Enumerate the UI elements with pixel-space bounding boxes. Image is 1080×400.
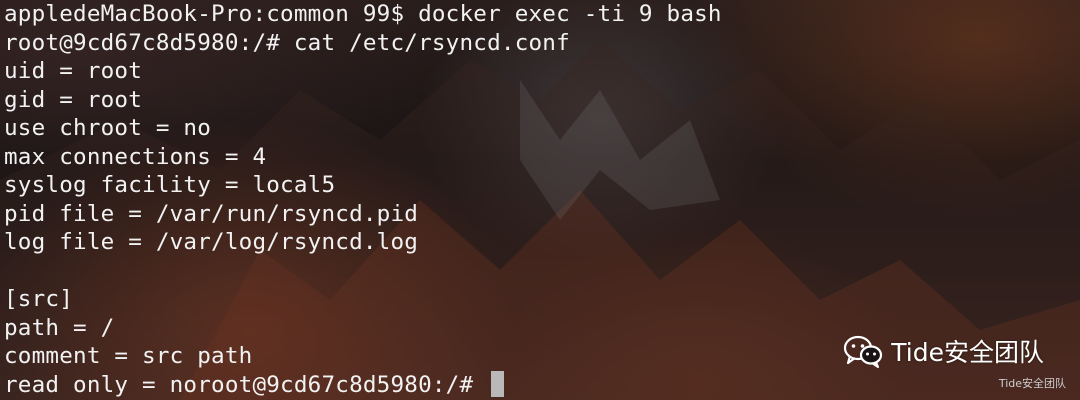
terminal-line: log file = /var/log/rsyncd.log	[4, 229, 419, 255]
watermark-label: Tide安全团队	[891, 338, 1044, 367]
terminal-line: max connections = 4	[4, 143, 267, 170]
terminal-line: syslog facility = local5	[4, 172, 336, 198]
terminal-line: gid = root	[4, 86, 143, 113]
terminal-prompt-line[interactable]: read only = noroot@9cd67c8d5980:/#	[4, 370, 1080, 400]
terminal-window[interactable]: appledeMacBook-Pro:common 99$ docker exe…	[0, 0, 1080, 400]
terminal-line: appledeMacBook-Pro:common 99$ docker exe…	[4, 1, 722, 27]
terminal-line: [src]	[4, 286, 74, 312]
wechat-icon	[844, 335, 883, 368]
terminal-line: use chroot = no	[4, 115, 212, 141]
text-cursor	[491, 370, 505, 397]
watermark-small-label: Tide安全团队	[998, 377, 1066, 390]
terminal-line: pid file = /var/run/rsyncd.pid	[4, 200, 419, 227]
terminal-line: uid = root	[4, 58, 143, 84]
watermark: Tide安全团队	[843, 333, 1044, 369]
terminal-line: root@9cd67c8d5980:/# cat /etc/rsyncd.con…	[4, 29, 570, 56]
terminal-line-text: read only = noroot@9cd67c8d5980:/#	[4, 371, 488, 398]
